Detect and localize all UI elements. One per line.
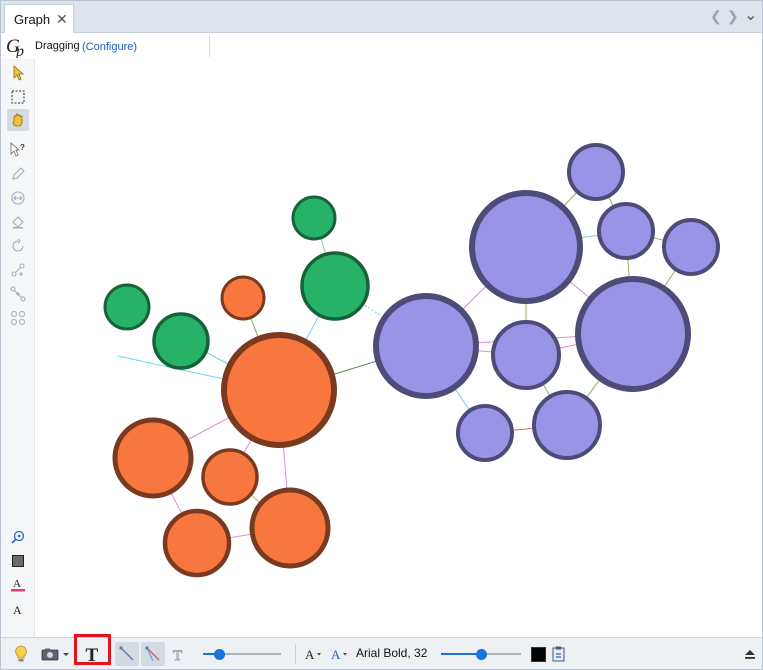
font-size-slider[interactable] [441, 649, 521, 660]
top-toolbar: G p Dragging (Configure) [1, 33, 762, 59]
svg-text:T: T [173, 648, 182, 663]
label-color-swatch[interactable] [529, 642, 547, 666]
toolbar-divider [209, 35, 210, 57]
clipboard-icon[interactable] [549, 642, 569, 666]
font-color-icon[interactable]: A [329, 642, 349, 666]
lightbulb-icon[interactable] [11, 642, 31, 666]
mode-label: Dragging [35, 40, 80, 52]
graph-nodes [103, 143, 720, 578]
graph-node[interactable] [567, 143, 625, 201]
node-color-icon[interactable] [7, 550, 29, 572]
label-size-icon[interactable]: A [7, 598, 29, 620]
paint-bucket-icon[interactable] [7, 211, 29, 233]
tab-graph[interactable]: Graph ✕ [4, 4, 74, 33]
zoom-fit-icon[interactable] [7, 526, 29, 548]
screenshot-camera-icon[interactable] [39, 642, 71, 666]
svg-text:A: A [13, 603, 22, 617]
graph-node[interactable] [456, 404, 514, 462]
close-icon[interactable]: ✕ [56, 11, 68, 28]
graph-node[interactable] [532, 390, 602, 460]
svg-text:A: A [331, 647, 341, 662]
graph-svg[interactable] [36, 59, 762, 637]
bottom-toolbar: T T A A Arial Bold, 32 [1, 637, 762, 669]
graph-node[interactable] [300, 251, 370, 321]
graph-node[interactable] [491, 320, 561, 390]
graph-node[interactable] [662, 218, 720, 276]
chevron-down-icon[interactable]: ⌄ [744, 5, 757, 25]
graph-window: Graph ✕ ❮ ❯ ⌄ G p Dragging (Configure) ? [0, 0, 763, 670]
edge-label-text-icon[interactable]: T [167, 642, 191, 666]
graph-node[interactable] [152, 312, 210, 370]
tab-graph-label: Graph [14, 12, 51, 27]
svg-text:A: A [13, 578, 21, 590]
font-name-label[interactable]: Arial Bold, 32 [356, 646, 427, 660]
graph-node[interactable] [220, 275, 266, 321]
graph-node[interactable] [597, 202, 655, 260]
toolbar-divider [295, 644, 296, 664]
node-size-slider[interactable] [203, 649, 281, 660]
graph-node[interactable] [201, 448, 259, 506]
label-color-icon[interactable]: A [7, 574, 29, 596]
graph-node[interactable] [221, 332, 337, 448]
add-edge-icon[interactable] [7, 259, 29, 281]
rectangle-select-icon[interactable] [7, 86, 29, 108]
graph-node[interactable] [291, 195, 337, 241]
heat-graph-icon[interactable] [7, 307, 29, 329]
edge-color-icon[interactable] [141, 642, 165, 666]
graph-node[interactable] [469, 190, 583, 304]
graph-node[interactable] [373, 293, 479, 399]
rotate-icon[interactable] [7, 235, 29, 257]
graph-node[interactable] [162, 508, 232, 578]
edge-line-icon[interactable] [115, 642, 139, 666]
pencil-icon[interactable] [7, 163, 29, 185]
graph-node[interactable] [575, 276, 691, 392]
edit-query-icon[interactable]: ? [7, 139, 29, 161]
resize-icon[interactable] [7, 187, 29, 209]
gephi-logo-icon: G p [6, 36, 24, 58]
highlight-box [74, 634, 111, 665]
select-arrow-icon[interactable] [7, 62, 29, 84]
svg-text:A: A [305, 647, 315, 662]
chevron-left-icon[interactable]: ❮ [710, 8, 722, 25]
chevron-right-icon[interactable]: ❯ [727, 8, 739, 25]
graph-canvas[interactable] [36, 59, 762, 637]
left-toolbar: ? A A [1, 59, 35, 637]
graph-node[interactable] [103, 283, 151, 331]
svg-text:?: ? [20, 143, 25, 152]
graph-node[interactable] [249, 487, 331, 569]
tab-bar: Graph ✕ ❮ ❯ ⌄ [1, 1, 762, 33]
graph-node[interactable] [112, 417, 194, 499]
shortest-path-icon[interactable] [7, 283, 29, 305]
configure-link[interactable]: (Configure) [82, 41, 137, 53]
svg-text:p: p [15, 43, 24, 58]
font-size-decrease-icon[interactable]: A [303, 642, 323, 666]
eject-collapse-icon[interactable] [741, 642, 759, 666]
drag-hand-icon[interactable] [7, 109, 29, 131]
